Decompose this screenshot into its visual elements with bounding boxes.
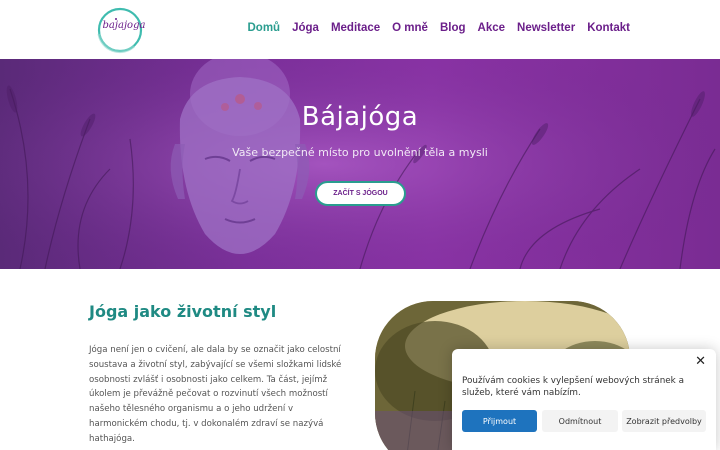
close-icon[interactable]: ✕ <box>695 354 706 369</box>
nav-item-newsletter[interactable]: Newsletter <box>517 22 575 34</box>
nav-item-meditace[interactable]: Meditace <box>331 22 380 34</box>
nav-item-kontakt[interactable]: Kontakt <box>587 22 630 34</box>
deny-cookies-button[interactable]: Odmítnout <box>542 410 618 432</box>
main-nav: Domů Jóga Meditace O mně Blog Akce Newsl… <box>236 22 631 34</box>
accept-cookies-button[interactable]: Přijmout <box>462 410 537 432</box>
section-title: Jóga jako životní styl <box>89 302 277 321</box>
cookie-preferences-button[interactable]: Zobrazit předvolby <box>622 410 706 432</box>
hero-title: Bájajóga <box>301 102 419 132</box>
logo-circle-icon: bajajoga <box>97 7 146 54</box>
cookie-consent-banner: ✕ Používám cookies k vylepšení webových … <box>452 349 716 450</box>
logo-text: bajajoga <box>103 20 146 31</box>
hero-banner: Bájajóga Vaše bezpečné místo pro uvolněn… <box>0 59 720 269</box>
logo[interactable]: bajajoga <box>94 6 150 54</box>
site-header: bajajoga Domů Jóga Meditace O mně Blog A… <box>0 0 720 59</box>
nav-item-akce[interactable]: Akce <box>478 22 506 34</box>
cookie-message: Používám cookies k vylepšení webových st… <box>462 376 684 398</box>
nav-item-blog[interactable]: Blog <box>440 22 466 34</box>
start-yoga-button[interactable]: ZAČÍT S JÓGOU <box>315 181 406 206</box>
nav-item-o-mne[interactable]: O mně <box>392 22 428 34</box>
nav-item-domu[interactable]: Domů <box>248 22 281 34</box>
section-text: Jóga není jen o cvičení, ale dala by se … <box>89 345 342 444</box>
buddha-background-image <box>0 59 720 269</box>
hero-subtitle: Vaše bezpečné místo pro uvolnění těla a … <box>232 146 488 159</box>
nav-item-joga[interactable]: Jóga <box>292 22 319 34</box>
